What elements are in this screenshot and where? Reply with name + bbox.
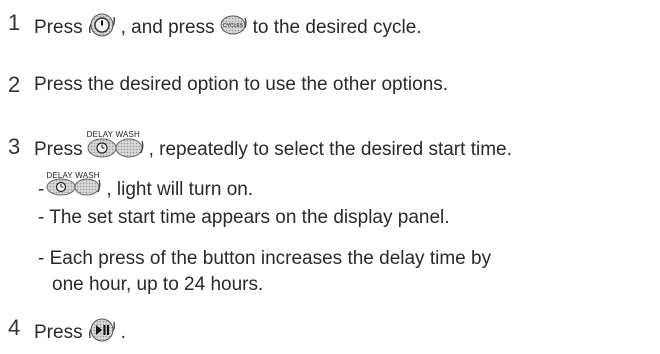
step-number: 3 <box>8 134 21 159</box>
delay-wash-button-icon: DELAY WASH <box>87 130 145 164</box>
substep-display-panel: - The set start time appears on the disp… <box>38 207 450 228</box>
step-text-part: to the desired cycle. <box>252 17 422 38</box>
power-button-icon <box>87 12 117 44</box>
substep-light-on: - DELAY WASH , light will turn on. <box>38 171 254 203</box>
step-text-part: , repeatedly to select the desired start… <box>148 139 512 160</box>
bullet-dash: - <box>38 178 45 200</box>
substep-text: , light will turn on. <box>106 178 254 200</box>
step-1-text: Press , and press CYCLES to the desired … <box>34 12 422 44</box>
substep-delay-increase: - Each press of the button increases the… <box>38 248 492 269</box>
step-number: 1 <box>8 10 21 35</box>
step-4-text: Press . <box>34 317 126 349</box>
step-text-part: Press <box>34 322 83 343</box>
step-number: 4 <box>8 315 21 340</box>
step-text-part: . <box>120 322 126 343</box>
step-3-text: Press DELAY WASH , repeatedly to select … <box>34 130 512 164</box>
step-2-text: Press the desired option to use the othe… <box>34 74 449 95</box>
step-number: 2 <box>8 72 21 97</box>
delay-wash-label: DELAY WASH <box>46 171 100 180</box>
substep-delay-increase-cont: one hour, up to 24 hours. <box>52 274 264 295</box>
cycles-label: CYCLES <box>223 23 244 29</box>
step-text-part: Press <box>34 17 83 38</box>
delay-wash-button-icon: DELAY WASH <box>46 171 102 203</box>
step-text-part: Press <box>34 139 83 160</box>
step-text-part: , and press <box>120 17 215 38</box>
start-pause-button-icon <box>87 317 117 349</box>
cycles-button-icon: CYCLES <box>219 14 249 42</box>
delay-wash-label: DELAY WASH <box>86 130 140 139</box>
